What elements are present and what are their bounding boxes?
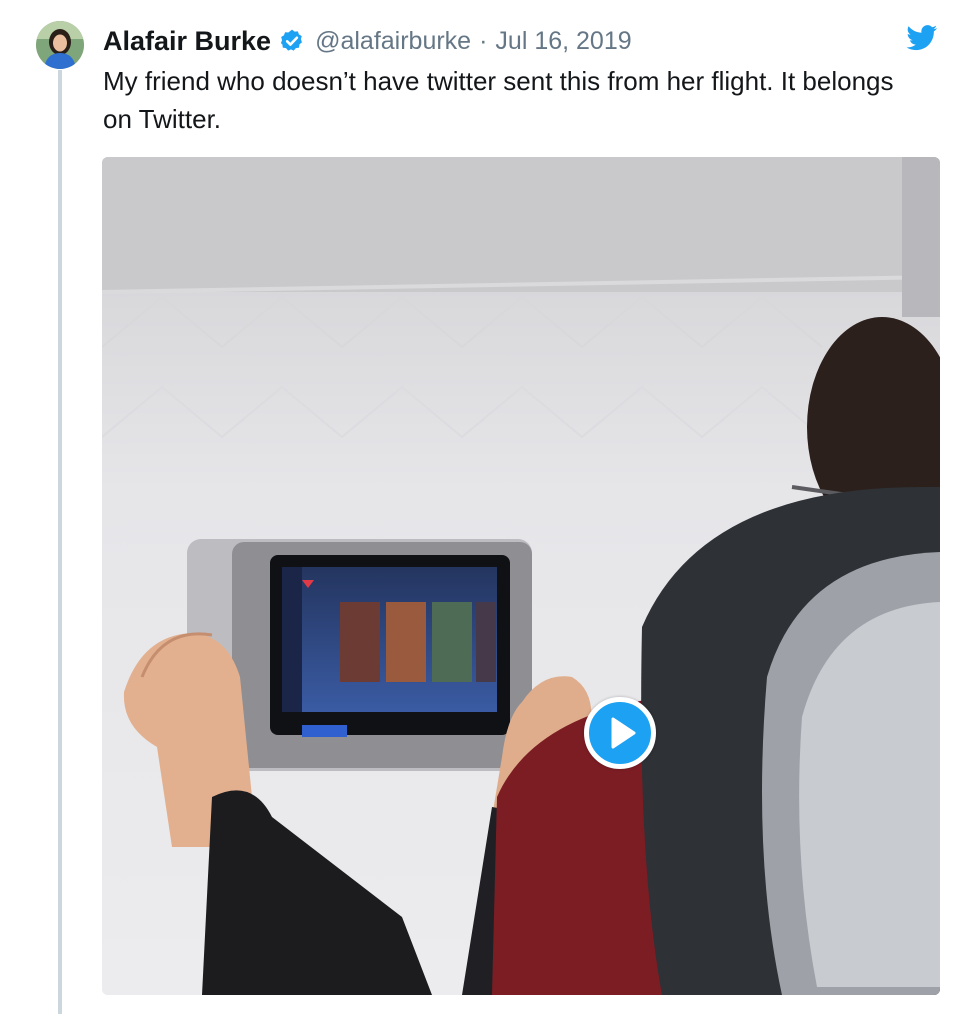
author-name[interactable]: Alafair Burke [103, 26, 271, 57]
verified-badge-icon [279, 28, 305, 54]
tweet-date[interactable]: Jul 16, 2019 [495, 27, 631, 56]
play-button[interactable] [584, 697, 656, 769]
header-separator: · [479, 26, 488, 55]
twitter-bird-icon[interactable] [906, 25, 938, 51]
thread-line [58, 70, 62, 1014]
video-thumbnail [102, 157, 940, 995]
avatar[interactable] [36, 21, 84, 69]
play-icon [611, 717, 636, 749]
author-handle[interactable]: @alafairburke [315, 27, 471, 56]
tweet-header: Alafair Burke @alafairburke · Jul 16, 20… [103, 24, 632, 58]
tweet-text: My friend who doesn’t have twitter sent … [103, 66, 894, 134]
video-player[interactable] [102, 157, 940, 995]
